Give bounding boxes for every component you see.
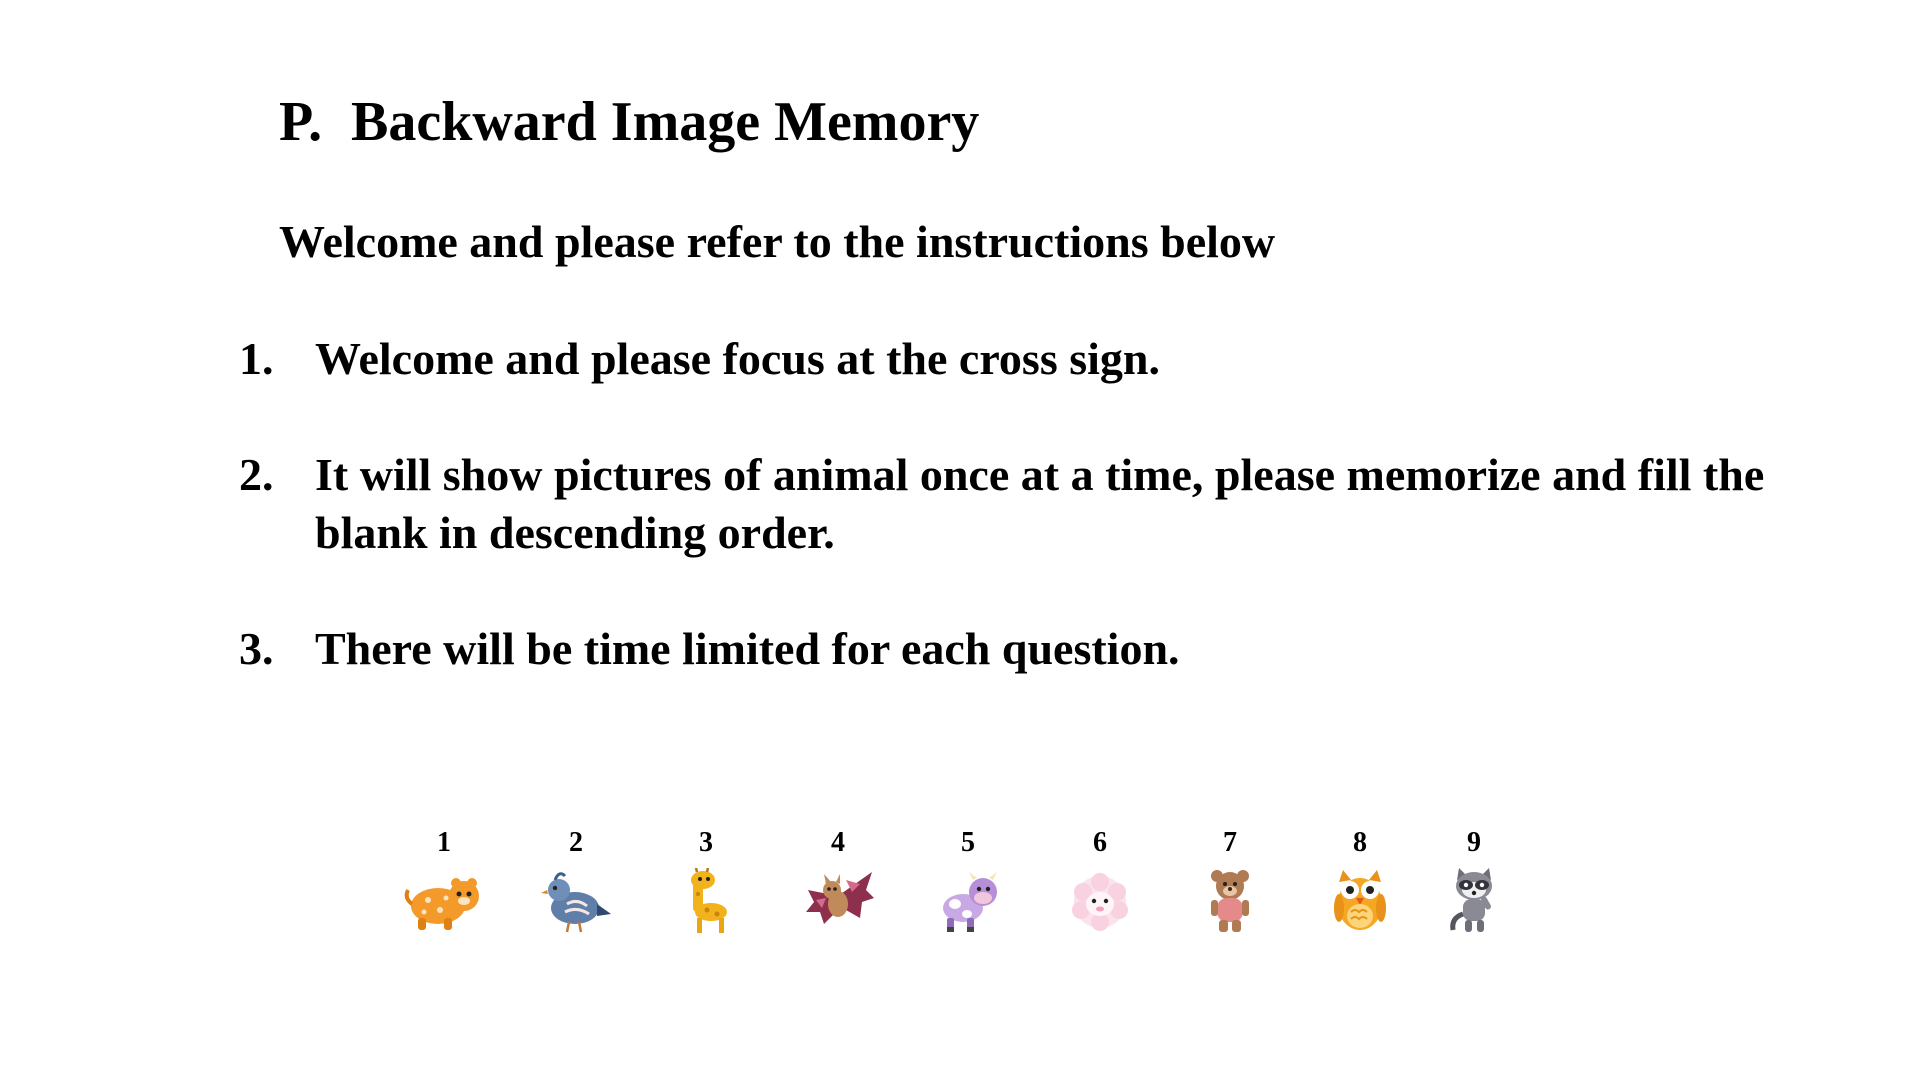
- animal-number: 6: [1093, 827, 1107, 858]
- animal-number: 8: [1353, 827, 1367, 858]
- animal-item-8: 8: [1315, 826, 1405, 934]
- tiger-icon: [404, 878, 479, 930]
- animal-item-2: 2: [531, 826, 621, 934]
- animal-item-5: 5: [923, 826, 1013, 934]
- animal-number: 1: [437, 827, 451, 858]
- animal-number: 3: [699, 827, 713, 858]
- animal-number: 4: [831, 827, 845, 858]
- animal-number: 5: [961, 827, 975, 858]
- animal-number: 2: [569, 827, 583, 858]
- animal-item-1: 1: [399, 826, 489, 934]
- animal-item-3: 3: [661, 826, 751, 934]
- animal-number: 9: [1467, 827, 1481, 858]
- raccoon-icon: [1450, 868, 1492, 932]
- animal-item-6: 6: [1055, 826, 1145, 934]
- animal-item-4: 4: [793, 826, 883, 934]
- animal-item-9: 9: [1429, 826, 1519, 934]
- animal-row: 1 2 3 4 5 6 7 8 9: [0, 0, 1920, 1080]
- owl-icon: [1334, 870, 1386, 930]
- bat-icon: [806, 872, 874, 924]
- animal-item-7: 7: [1185, 826, 1275, 934]
- cow-icon: [943, 872, 997, 932]
- animal-number: 7: [1223, 827, 1237, 858]
- quail-icon: [541, 872, 611, 933]
- bear-icon: [1211, 870, 1249, 932]
- giraffe-icon: [691, 868, 727, 933]
- sheep-icon: [1072, 873, 1128, 931]
